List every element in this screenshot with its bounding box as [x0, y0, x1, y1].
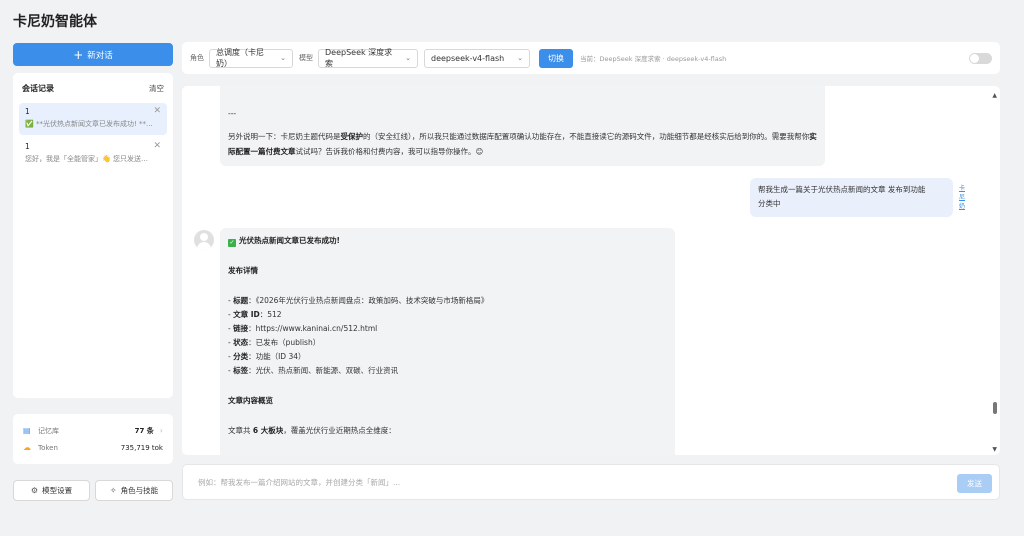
user-avatar: 卡尼奶: [959, 185, 966, 210]
token-label: Token: [38, 443, 58, 452]
user-message-line: 帮我生成一篇关于光伏热点新闻的文章 发布到功能: [758, 185, 926, 194]
message-text: 的。需要我帮你: [756, 132, 810, 141]
scrollbar-thumb[interactable]: [993, 402, 997, 414]
app-title: 卡尼奶智能体: [13, 14, 97, 30]
conversation-title: 1: [25, 107, 30, 116]
role-select-value: 总调度（卡尼奶）: [216, 48, 264, 68]
conversation-item[interactable]: 1 您好，我是「全能管家」👋 您只发送了... ✕: [19, 138, 167, 170]
conversation-preview: 您好，我是「全能管家」👋 您只发送了...: [25, 155, 153, 163]
message-input[interactable]: [198, 474, 938, 490]
details-title: 发布详情: [228, 266, 258, 275]
overview-text: 文章共 6 大板块，覆盖光伏行业近期热点全维度：: [228, 426, 396, 435]
scroll-up-arrow[interactable]: ▲: [992, 92, 997, 99]
ai-message: ✓ 光伏热点新闻文章已发布成功! 发布详情 - 标题：《2026年光伏行业热点新闻…: [220, 228, 675, 455]
new-chat-button[interactable]: + 新对话: [13, 43, 173, 66]
scroll-down-arrow[interactable]: ▼: [992, 446, 997, 453]
current-model-text: 当前：DeepSeek 深度求索 · deepseek-v4-flash: [580, 55, 727, 63]
conversation-title: 1: [25, 142, 30, 151]
message-bold-text: 受保护: [340, 132, 364, 141]
settings-toggle[interactable]: [969, 52, 992, 64]
switch-model-button[interactable]: 切换: [539, 48, 573, 68]
chat-area: --- 另外说明一下：卡尼奶主题代码是受保护的（安全红线），所以我只能通过数据库…: [182, 86, 1000, 455]
model-select[interactable]: deepseek-v4-flash ⌄: [424, 48, 530, 68]
close-icon[interactable]: ✕: [153, 106, 161, 116]
detail-item: - 状态：已发布（publish）: [228, 338, 321, 347]
message-text: 另外说明一下：卡尼奶主题代码是: [228, 132, 341, 141]
chevron-right-icon: ›: [159, 426, 163, 435]
clear-history-button[interactable]: 清空: [149, 83, 164, 94]
message-heading: 发布详情: [228, 264, 667, 278]
overview-title: 文章内容概览: [228, 396, 273, 405]
detail-item: - 文章 ID：512: [228, 310, 282, 319]
cloud-icon: ☁: [23, 443, 31, 452]
model-toolbar: 角色 总调度（卡尼奶） ⌄ 模型 DeepSeek 深度求索 ⌄ deepsee…: [182, 42, 1000, 74]
memory-stat[interactable]: ▤ 记忆库 77 条 ›: [23, 422, 163, 439]
gear-icon: ⚙: [30, 486, 39, 495]
model-settings-button[interactable]: ⚙ 模型设置: [13, 480, 90, 501]
role-select[interactable]: 总调度（卡尼奶） ⌄: [209, 48, 293, 68]
sparkle-icon: ✧: [109, 486, 117, 495]
user-message: 帮我生成一篇关于光伏热点新闻的文章 发布到功能 分类中: [750, 178, 953, 217]
message-paragraph: 另外说明一下：卡尼奶主题代码是受保护的（安全红线），所以我只能通过数据库配置项确…: [228, 129, 817, 159]
role-label: 角色: [190, 54, 204, 62]
conversation-history-panel: 会话记录 清空 1 ✅ **光伏热点新闻文章已发布成功! **... ✕ 1 您…: [13, 73, 173, 398]
send-button[interactable]: 发送: [957, 474, 992, 493]
message-text: 试试吗？告诉我价格和付费内容，我可以指导你操作。: [295, 147, 476, 156]
provider-select[interactable]: DeepSeek 深度求索 ⌄: [318, 48, 418, 68]
message-divider: ---: [228, 109, 237, 118]
ai-avatar: [194, 230, 214, 250]
detail-item: - 链接：https://www.kaninai.cn/512.html: [228, 324, 378, 333]
memory-label: 记忆库: [38, 426, 59, 435]
check-icon: ✓: [228, 239, 236, 247]
chevron-down-icon: ⌄: [517, 54, 523, 62]
publish-success-title: 光伏热点新闻文章已发布成功!: [239, 236, 340, 245]
message-heading: 文章内容概览: [228, 394, 667, 408]
provider-select-value: DeepSeek 深度求索: [325, 48, 393, 68]
new-chat-label: 新对话: [87, 50, 113, 61]
smile-emoji: 😊: [475, 147, 484, 156]
stats-panel: ▤ 记忆库 77 条 › ☁ Token 735,719 tok: [13, 414, 173, 464]
memory-value: 77 条: [134, 426, 154, 435]
detail-item: - 标题：《2026年光伏行业热点新闻盘点：政策加码、技术突破与市场新格局》: [228, 296, 489, 305]
message-text: 的（安全红线），所以我只能通过数据库配置项确认功能存在，不能直接读它的源码文件，…: [363, 132, 757, 141]
roles-skills-button[interactable]: ✧ 角色与技能: [95, 480, 173, 501]
message-composer: 发送: [182, 464, 1000, 500]
close-icon[interactable]: ✕: [153, 141, 161, 151]
history-title: 会话记录: [22, 84, 54, 93]
plus-icon: +: [73, 47, 84, 62]
user-message-line: 分类中: [758, 199, 781, 208]
ai-message: --- 另外说明一下：卡尼奶主题代码是受保护的（安全红线），所以我只能通过数据库…: [220, 86, 825, 166]
conversation-preview: ✅ **光伏热点新闻文章已发布成功! **...: [25, 120, 153, 128]
message-heading: ✓ 光伏热点新闻文章已发布成功!: [228, 234, 667, 248]
model-label: 模型: [299, 54, 313, 62]
book-icon: ▤: [23, 426, 31, 435]
conversation-item[interactable]: 1 ✅ **光伏热点新闻文章已发布成功! **... ✕: [19, 103, 167, 135]
detail-item: - 标签：光伏、热点新闻、新能源、双碳、行业资讯: [228, 366, 399, 375]
history-header: 会话记录 清空: [19, 83, 167, 94]
roles-skills-label: 角色与技能: [120, 486, 159, 495]
token-stat: ☁ Token 735,719 tok: [23, 439, 163, 456]
model-settings-label: 模型设置: [42, 486, 73, 495]
chevron-down-icon: ⌄: [405, 54, 411, 62]
token-value: 735,719 tok: [120, 443, 163, 452]
chevron-down-icon: ⌄: [280, 54, 286, 62]
model-select-value: deepseek-v4-flash: [431, 53, 505, 63]
detail-item: - 分类：功能（ID 34）: [228, 352, 306, 361]
